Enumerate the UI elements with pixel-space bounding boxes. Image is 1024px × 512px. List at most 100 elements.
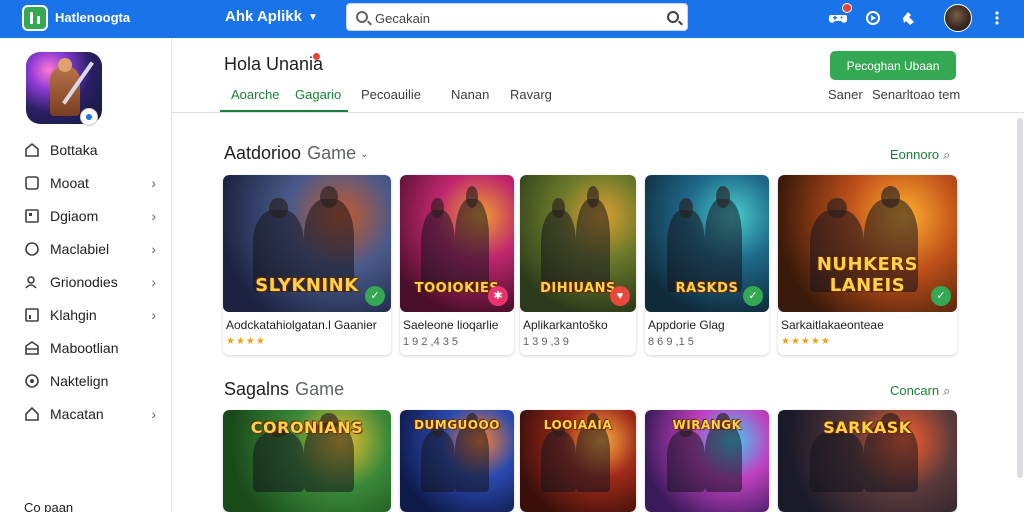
app-card[interactable]: SARKASK xyxy=(778,410,957,512)
download-count: 1 9 2 ,4 3 5 xyxy=(403,336,459,348)
game-cover-art[interactable]: LOOIAAIA xyxy=(520,410,636,512)
game-cover-art[interactable]: RASKDS ✓ xyxy=(645,175,769,312)
status-badge-icon: ✓ xyxy=(365,286,385,306)
apps-menu-label: Ahk Aplikk xyxy=(225,8,302,25)
app-name[interactable]: Aodckatahiolgatan.l Gaanier xyxy=(226,318,377,332)
section-title-text: Sagalns xyxy=(224,379,290,399)
game-cover-art[interactable]: SARKASK xyxy=(778,410,957,512)
search-box[interactable] xyxy=(346,3,688,31)
app-card[interactable]: WIRANGK xyxy=(645,410,769,512)
app-card[interactable]: RASKDS ✓ Appdorie Glag 8 6 9 ,1 5 xyxy=(645,175,769,355)
refresh-icon[interactable] xyxy=(863,8,883,28)
app-card[interactable]: DUMGUOOO xyxy=(400,410,514,512)
sidebar-item-8[interactable]: Macatan › xyxy=(24,403,164,425)
tab-1[interactable]: Gagario xyxy=(295,87,341,102)
section-title-0: Aatdorioo Game ⌄ xyxy=(224,143,368,164)
download-count: 8 6 9 ,1 5 xyxy=(648,336,694,348)
chevron-down-icon[interactable]: ⌄ xyxy=(360,149,368,160)
scrollbar[interactable] xyxy=(1017,118,1023,478)
sidebar: Bottaka Mooat › Dgiaom › Maclabiel › Grionodies… xyxy=(0,38,172,512)
app-card[interactable]: CORONIANS xyxy=(223,410,391,512)
top-bar: Hatlenoogta Ahk Aplikk ▼ xyxy=(0,0,1024,38)
game-logo: SLYKNINK xyxy=(255,275,359,296)
chevron-down-icon: ▼ xyxy=(307,11,318,23)
user-avatar[interactable] xyxy=(944,4,972,32)
app-card[interactable]: SLYKNINK ✓ Aodckatahiolgatan.l Gaanier ★★★★ xyxy=(223,175,391,355)
sidebar-item-label: Klahgin xyxy=(50,307,97,323)
sidebar-item-1[interactable]: Mooat › xyxy=(24,172,164,194)
section-title-1: Sagalns Game xyxy=(224,379,344,400)
game-cover-art[interactable]: WIRANGK xyxy=(645,410,769,512)
chart-icon xyxy=(24,307,40,323)
tab-4[interactable]: Ravarg xyxy=(510,87,552,102)
sidebar-item-6[interactable]: Mabootlian xyxy=(24,337,164,359)
game-logo: LOOIAAIA xyxy=(543,418,613,432)
download-count: 1 3 9 ,3 9 xyxy=(523,336,569,348)
app-name[interactable]: Sarkaitlakaeonteae xyxy=(781,318,884,332)
puzzle-icon[interactable] xyxy=(899,8,919,28)
app-card[interactable]: TOOIOKIES ✱ Saeleone lioqarlie 1 9 2 ,4 3 5 xyxy=(400,175,514,355)
chevron-right-icon: › xyxy=(151,241,156,257)
app-name[interactable]: Aplikarkantoško xyxy=(523,318,608,332)
home-icon xyxy=(24,142,40,158)
rating-stars: ★★★★ xyxy=(226,336,266,347)
page-title: Hola Unania xyxy=(224,54,324,74)
notification-dot xyxy=(313,53,320,60)
game-cover-art[interactable]: DIHIUANS ♥ xyxy=(520,175,636,312)
sidebar-item-7[interactable]: Naktelign xyxy=(24,370,164,392)
game-cover-art[interactable]: NUHKERS LANEIS ✓ xyxy=(778,175,957,312)
sidebar-item-4[interactable]: Grionodies › xyxy=(24,271,164,293)
chevron-right-icon: › xyxy=(151,274,156,290)
tab-0[interactable]: Aoarche xyxy=(231,87,279,102)
game-logo: CORONIANS xyxy=(250,418,364,437)
sidebar-item-label: Macatan xyxy=(50,406,104,422)
game-cover-art[interactable]: CORONIANS xyxy=(223,410,391,512)
sidebar-item-5[interactable]: Klahgin › xyxy=(24,304,164,326)
sidebar-item-label: Maclabiel xyxy=(50,241,110,257)
arrow-link-icon: ⌕ xyxy=(943,383,951,398)
tab-2[interactable]: Pecoauilie xyxy=(361,87,421,102)
app-logo-icon[interactable] xyxy=(22,5,48,31)
app-card[interactable]: LOOIAAIA xyxy=(520,410,636,512)
sidebar-item-3[interactable]: Maclabiel › xyxy=(24,238,164,260)
section-see-more-link[interactable]: Eonnoro ⌕ xyxy=(890,147,950,163)
store-icon xyxy=(24,340,40,356)
tab-divider xyxy=(172,112,1024,113)
chevron-right-icon: › xyxy=(151,208,156,224)
section-see-more-link[interactable]: Concarn ⌕ xyxy=(890,383,950,399)
circle-icon xyxy=(24,241,40,257)
right-link-1[interactable]: Senarltoao tem xyxy=(872,87,960,102)
sidebar-item-label: Bottaka xyxy=(50,142,98,158)
grid-icon xyxy=(24,208,40,224)
sidebar-item-label: Mabootlian xyxy=(50,340,119,356)
section-subtitle: Game xyxy=(295,379,345,399)
more-vert-icon[interactable] xyxy=(987,8,1007,28)
right-link-0[interactable]: Saner xyxy=(828,87,863,102)
person-icon xyxy=(24,274,40,290)
section-link-label: Eonnoro xyxy=(890,147,940,162)
app-name[interactable]: Appdorie Glag xyxy=(648,318,725,332)
app-card[interactable]: NUHKERS LANEIS ✓ Sarkaitlakaeonteae ★★★★★ xyxy=(778,175,957,355)
status-badge-icon: ✓ xyxy=(743,286,763,306)
search-submit-icon[interactable] xyxy=(667,11,679,23)
section-title-text: Aatdorioo xyxy=(224,143,302,163)
app-name[interactable]: Saeleone lioqarlie xyxy=(403,318,498,332)
game-cover-art[interactable]: SLYKNINK ✓ xyxy=(223,175,391,312)
game-cover-art[interactable]: DUMGUOOO xyxy=(400,410,514,512)
install-button[interactable]: Pecoghan Ubaan xyxy=(830,51,956,80)
section-subtitle: Game xyxy=(307,143,357,163)
apps-menu-dropdown[interactable]: Ahk Aplikk ▼ xyxy=(225,8,318,25)
game-logo: DUMGUOOO xyxy=(414,418,500,432)
app-name[interactable]: Hatlenoogta xyxy=(55,10,130,25)
rating-stars: ★★★★★ xyxy=(781,336,831,347)
app-card[interactable]: DIHIUANS ♥ Aplikarkantoško 1 3 9 ,3 9 xyxy=(520,175,636,355)
search-input[interactable] xyxy=(375,8,645,28)
status-badge-icon: ✱ xyxy=(488,286,508,306)
sidebar-footer[interactable]: Co paan xyxy=(24,500,73,512)
game-cover-art[interactable]: TOOIOKIES ✱ xyxy=(400,175,514,312)
sidebar-item-label: Dgiaom xyxy=(50,208,99,224)
sidebar-item-label: Naktelign xyxy=(50,373,109,389)
sidebar-item-0[interactable]: Bottaka xyxy=(24,139,164,161)
tab-3[interactable]: Nanan xyxy=(451,87,489,102)
sidebar-item-2[interactable]: Dgiaom › xyxy=(24,205,164,227)
